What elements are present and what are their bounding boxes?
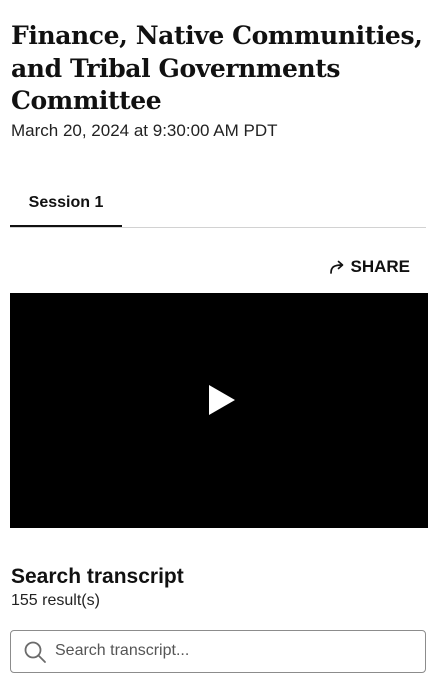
video-player[interactable] (10, 293, 428, 528)
share-label: SHARE (350, 257, 410, 276)
share-arrow-icon (328, 258, 346, 276)
search-transcript-heading: Search transcript (11, 565, 184, 588)
tab-session-1[interactable]: Session 1 (10, 186, 122, 227)
session-tabs: Session 1 (10, 186, 426, 228)
search-input[interactable] (55, 631, 415, 671)
page-title: Finance, Native Communities, and Tribal … (11, 21, 423, 115)
play-icon[interactable] (209, 385, 235, 415)
share-button[interactable]: SHARE (328, 256, 410, 278)
search-box[interactable] (10, 630, 426, 673)
search-icon (24, 641, 46, 663)
meeting-date: March 20, 2024 at 9:30:00 AM PDT (11, 121, 278, 140)
result-count: 155 result(s) (11, 592, 100, 609)
